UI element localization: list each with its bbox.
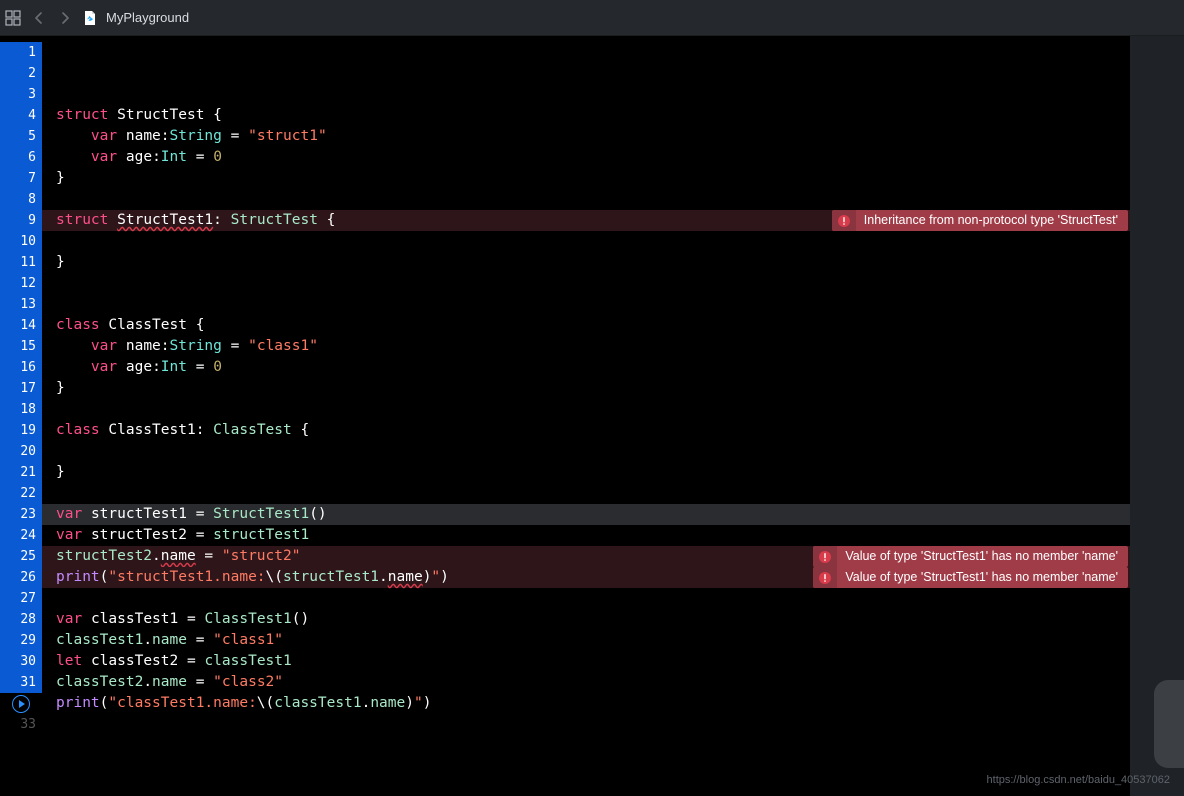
line-number: 4 <box>0 105 42 126</box>
line-number: 8 <box>0 189 42 210</box>
line-number: 16 <box>0 357 42 378</box>
code-line[interactable]: 15 var name:String = "class1" <box>0 336 1130 357</box>
code-line[interactable]: 25structTest2.name = "struct2" Value of … <box>0 546 1130 567</box>
line-number: 12 <box>0 273 42 294</box>
error-badge[interactable]: Value of type 'StructTest1' has no membe… <box>813 567 1128 588</box>
code-line[interactable]: 5 var name:String = "struct1" <box>0 126 1130 147</box>
file-title[interactable]: MyPlayground <box>106 10 189 25</box>
error-badge[interactable]: Inheritance from non-protocol type 'Stru… <box>832 210 1128 231</box>
code-line[interactable]: 28var classTest1 = ClassTest1() <box>0 609 1130 630</box>
line-number: 17 <box>0 378 42 399</box>
code-line[interactable]: 31classTest2.name = "class2" <box>0 672 1130 693</box>
line-number: 25 <box>0 546 42 567</box>
line-number: 15 <box>0 336 42 357</box>
code-line[interactable]: 3 <box>0 84 1130 105</box>
line-number: 5 <box>0 126 42 147</box>
line-number: 31 <box>0 672 42 693</box>
line-number: 2 <box>0 63 42 84</box>
line-number: 30 <box>0 651 42 672</box>
line-number: 14 <box>0 315 42 336</box>
code-line[interactable]: 10 <box>0 231 1130 252</box>
line-number: 7 <box>0 168 42 189</box>
error-text: Value of type 'StructTest1' has no membe… <box>837 567 1128 588</box>
code-line[interactable]: 13 <box>0 294 1130 315</box>
line-number: 18 <box>0 399 42 420</box>
code-line[interactable]: 20 <box>0 441 1130 462</box>
line-number: 10 <box>0 231 42 252</box>
line-number: 1 <box>0 42 42 63</box>
code-line[interactable]: 11} <box>0 252 1130 273</box>
line-number: 9 <box>0 210 42 231</box>
code-line[interactable]: 19class ClassTest1: ClassTest { <box>0 420 1130 441</box>
code-line[interactable]: 18 <box>0 399 1130 420</box>
error-icon <box>832 210 856 231</box>
watermark-text: https://blog.csdn.net/baidu_40537062 <box>987 774 1170 786</box>
code-line[interactable]: 26print("structTest1.name:\(structTest1.… <box>0 567 1130 588</box>
code-line[interactable]: 8 <box>0 189 1130 210</box>
code-line[interactable]: 12 <box>0 273 1130 294</box>
code-line[interactable]: 27 <box>0 588 1130 609</box>
nav-forward-icon[interactable] <box>56 9 74 27</box>
code-line[interactable]: 6 var age:Int = 0 <box>0 147 1130 168</box>
line-number: 20 <box>0 441 42 462</box>
line-number: 19 <box>0 420 42 441</box>
error-text: Value of type 'StructTest1' has no membe… <box>837 546 1128 567</box>
line-number: 23 <box>0 504 42 525</box>
line-number: 11 <box>0 252 42 273</box>
code-line[interactable]: 23var structTest1 = StructTest1() <box>0 504 1130 525</box>
code-line[interactable]: 14class ClassTest { <box>0 315 1130 336</box>
side-tab-handle[interactable] <box>1154 680 1184 768</box>
code-line[interactable]: 22 <box>0 483 1130 504</box>
code-line[interactable]: 7} <box>0 168 1130 189</box>
line-number: 13 <box>0 294 42 315</box>
line-number: 22 <box>0 483 42 504</box>
code-line[interactable]: 2 <box>0 63 1130 84</box>
line-number: 28 <box>0 609 42 630</box>
nav-back-icon[interactable] <box>30 9 48 27</box>
line-number: 6 <box>0 147 42 168</box>
code-line[interactable]: 4struct StructTest { <box>0 105 1130 126</box>
code-line[interactable]: 17} <box>0 378 1130 399</box>
line-number: 33 <box>0 714 42 735</box>
line-number: 21 <box>0 462 42 483</box>
editor-toolbar: MyPlayground <box>0 0 1184 36</box>
code-line[interactable]: 24var structTest2 = structTest1 <box>0 525 1130 546</box>
playground-file-icon <box>82 10 98 26</box>
code-line[interactable]: print("classTest1.name:\(classTest1.name… <box>0 693 1130 714</box>
line-number: 24 <box>0 525 42 546</box>
line-number: 3 <box>0 84 42 105</box>
error-text: Inheritance from non-protocol type 'Stru… <box>856 210 1128 231</box>
code-line[interactable]: 1 <box>0 42 1130 63</box>
code-line[interactable]: 21} <box>0 462 1130 483</box>
run-line-button[interactable] <box>0 693 42 714</box>
line-number: 27 <box>0 588 42 609</box>
code-line[interactable]: 9struct StructTest1: StructTest { Inheri… <box>0 210 1130 231</box>
error-icon <box>813 546 837 567</box>
code-line[interactable]: 16 var age:Int = 0 <box>0 357 1130 378</box>
code-line[interactable]: 33 <box>0 714 1130 735</box>
code-line[interactable]: 30let classTest2 = classTest1 <box>0 651 1130 672</box>
code-editor[interactable]: 1 2 3 4struct StructTest { 5 var name:St… <box>0 36 1130 796</box>
code-line[interactable]: 29classTest1.name = "class1" <box>0 630 1130 651</box>
line-number: 29 <box>0 630 42 651</box>
error-icon <box>813 567 837 588</box>
line-number: 26 <box>0 567 42 588</box>
error-badge[interactable]: Value of type 'StructTest1' has no membe… <box>813 546 1128 567</box>
panels-grid-icon[interactable] <box>4 9 22 27</box>
